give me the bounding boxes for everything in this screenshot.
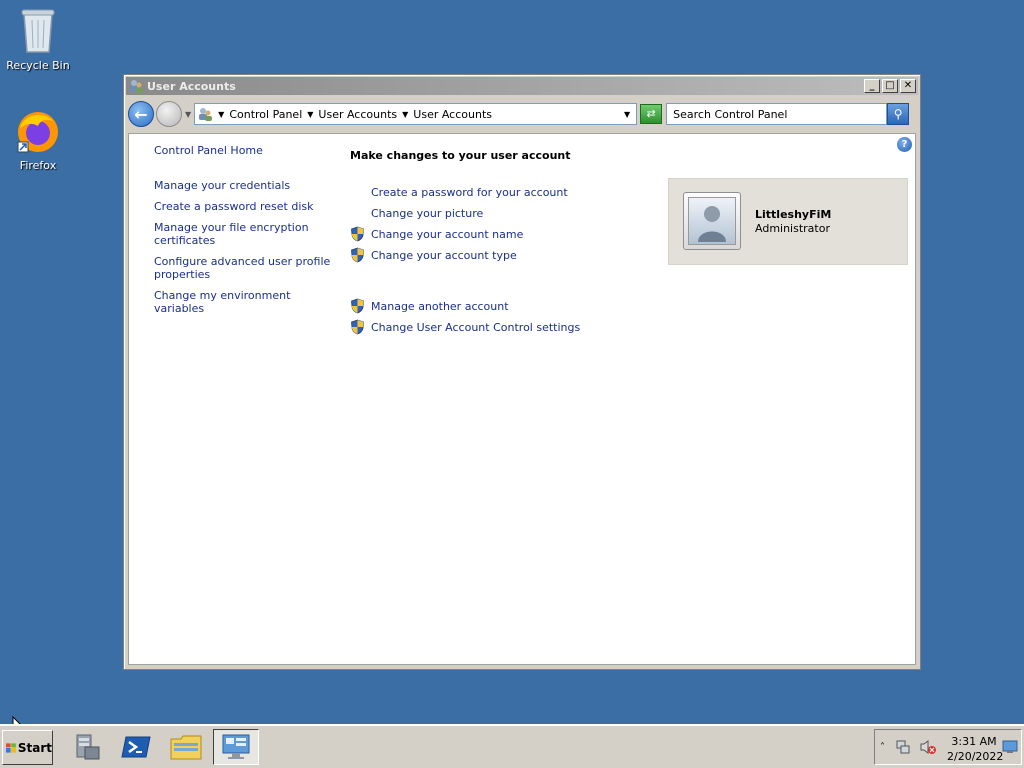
taskbar-server-manager[interactable] bbox=[64, 729, 110, 765]
firefox-desktop-icon[interactable]: Firefox bbox=[0, 108, 76, 172]
taskbar: Start ˄ 3:31 AM 2/20/2022 bbox=[0, 724, 1024, 768]
back-arrow-icon: ← bbox=[134, 104, 148, 124]
taskbar-control-panel[interactable] bbox=[213, 729, 259, 765]
powershell-icon bbox=[121, 736, 151, 758]
uac-shield-icon bbox=[351, 298, 364, 314]
folder-icon bbox=[170, 735, 202, 760]
search-button[interactable]: ⚲ bbox=[887, 103, 910, 125]
firefox-label: Firefox bbox=[19, 159, 57, 172]
title-bar[interactable]: User Accounts _ □ ✕ bbox=[126, 77, 918, 95]
task-change-account-name[interactable]: Change your account name bbox=[350, 224, 650, 244]
task-pane: Control Panel Home Manage your credentia… bbox=[154, 144, 334, 323]
user-accounts-window: User Accounts _ □ ✕ ← ▼ ▼ Control Panel … bbox=[123, 74, 921, 670]
change-account-name-link[interactable]: Change your account name bbox=[371, 228, 523, 241]
address-dropdown-icon[interactable]: ▼ bbox=[624, 110, 630, 119]
search-input[interactable] bbox=[666, 103, 888, 125]
account-name: LittleshyFiM bbox=[755, 208, 832, 221]
task-manage-another-account[interactable]: Manage another account bbox=[350, 296, 650, 316]
change-environment-variables-link[interactable]: Change my environment variables bbox=[154, 289, 334, 315]
uac-shield-icon bbox=[351, 247, 364, 263]
task-change-account-type[interactable]: Change your account type bbox=[350, 245, 650, 265]
forward-button[interactable] bbox=[156, 101, 182, 127]
task-create-password[interactable]: Create a password for your account bbox=[350, 182, 650, 202]
maximize-button[interactable]: □ bbox=[882, 79, 898, 93]
control-panel-home-link[interactable]: Control Panel Home bbox=[154, 144, 334, 157]
uac-shield-icon bbox=[351, 319, 364, 335]
manage-file-encryption-link[interactable]: Manage your file encryption certificates bbox=[154, 221, 334, 247]
close-button[interactable]: ✕ bbox=[900, 79, 916, 93]
show-hidden-icons-icon[interactable]: ˄ bbox=[880, 742, 885, 753]
recycle-bin-icon bbox=[21, 9, 55, 53]
start-button[interactable]: Start bbox=[2, 730, 53, 765]
task-change-picture[interactable]: Change your picture bbox=[350, 203, 650, 223]
navigation-bar: ← ▼ ▼ Control Panel ▼ User Accounts ▼ Us… bbox=[128, 99, 916, 129]
network-icon[interactable] bbox=[895, 739, 911, 755]
control-panel-app-icon bbox=[222, 734, 250, 759]
control-panel-icon bbox=[199, 108, 213, 121]
uac-shield-icon bbox=[351, 226, 364, 242]
help-icon[interactable]: ? bbox=[897, 137, 912, 152]
back-button[interactable]: ← bbox=[128, 101, 154, 127]
clock-date: 2/20/2022 bbox=[947, 750, 1004, 763]
configure-advanced-profile-link[interactable]: Configure advanced user profile properti… bbox=[154, 255, 334, 281]
change-uac-settings-link[interactable]: Change User Account Control settings bbox=[371, 321, 580, 334]
page-heading: Make changes to your user account bbox=[350, 149, 571, 162]
server-manager-icon bbox=[76, 734, 100, 760]
system-tray: ˄ 3:31 AM 2/20/2022 bbox=[874, 729, 1022, 765]
breadcrumb-control-panel[interactable]: Control Panel bbox=[229, 108, 302, 121]
search-icon: ⚲ bbox=[893, 107, 903, 121]
change-picture-link[interactable]: Change your picture bbox=[371, 207, 483, 220]
content-pane: ? Control Panel Home Manage your credent… bbox=[128, 133, 916, 665]
start-label: Start bbox=[17, 740, 52, 755]
avatar bbox=[683, 192, 741, 250]
change-account-type-link[interactable]: Change your account type bbox=[371, 249, 517, 262]
manage-credentials-link[interactable]: Manage your credentials bbox=[154, 179, 334, 192]
create-password-reset-disk-link[interactable]: Create a password reset disk bbox=[154, 200, 334, 213]
main-pane: Make changes to your user account Create… bbox=[350, 149, 650, 338]
account-card: LittleshyFiM Administrator bbox=[668, 178, 908, 265]
account-role: Administrator bbox=[755, 222, 830, 235]
refresh-icon: ⇄ bbox=[646, 107, 656, 120]
taskbar-powershell[interactable] bbox=[113, 729, 159, 765]
breadcrumb-separator-icon[interactable]: ▼ bbox=[218, 110, 224, 119]
user-accounts-icon bbox=[130, 80, 143, 93]
show-desktop-icon[interactable] bbox=[1002, 740, 1018, 754]
address-bar[interactable]: ▼ Control Panel ▼ User Accounts ▼ User A… bbox=[194, 103, 638, 125]
breadcrumb-user-accounts[interactable]: User Accounts bbox=[318, 108, 397, 121]
clock[interactable]: 3:31 AM 2/20/2022 bbox=[947, 734, 1004, 764]
recycle-bin-desktop-icon[interactable]: Recycle Bin bbox=[0, 6, 76, 72]
volume-muted-icon[interactable] bbox=[919, 739, 937, 755]
refresh-button[interactable]: ⇄ bbox=[640, 104, 663, 124]
minimize-button[interactable]: _ bbox=[864, 79, 880, 93]
breadcrumb-separator-icon[interactable]: ▼ bbox=[402, 110, 408, 119]
clock-time: 3:31 AM bbox=[951, 735, 997, 748]
create-password-link[interactable]: Create a password for your account bbox=[371, 186, 568, 199]
breadcrumb-separator-icon[interactable]: ▼ bbox=[307, 110, 313, 119]
user-silhouette-icon bbox=[698, 206, 726, 242]
breadcrumb-user-accounts-current[interactable]: User Accounts bbox=[413, 108, 492, 121]
recycle-bin-label: Recycle Bin bbox=[6, 59, 70, 72]
recent-pages-chevron-icon[interactable]: ▼ bbox=[185, 110, 191, 119]
manage-another-account-link[interactable]: Manage another account bbox=[371, 300, 509, 313]
task-change-uac-settings[interactable]: Change User Account Control settings bbox=[350, 317, 650, 337]
window-title: User Accounts bbox=[147, 79, 236, 93]
windows-flag-icon bbox=[6, 742, 16, 753]
taskbar-explorer[interactable] bbox=[163, 729, 209, 765]
firefox-icon bbox=[17, 112, 58, 153]
